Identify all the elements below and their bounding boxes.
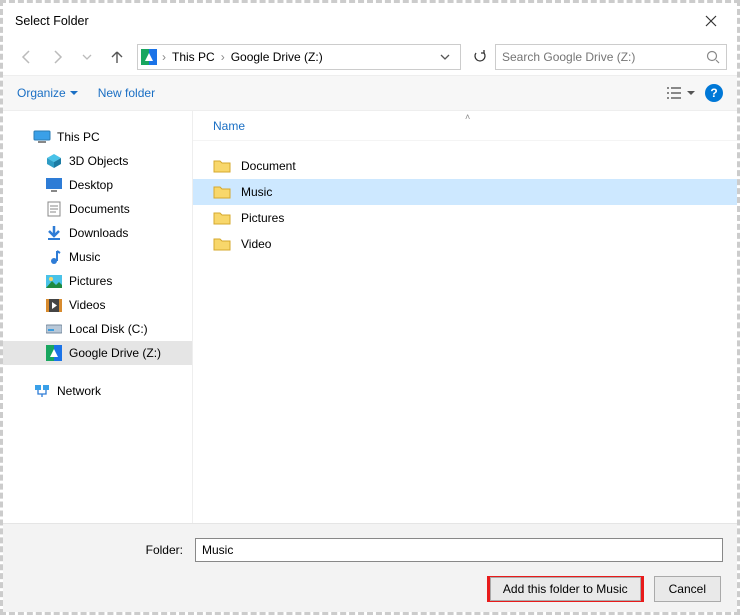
file-name: Pictures xyxy=(241,211,284,225)
file-row[interactable]: Music xyxy=(193,179,737,205)
close-button[interactable] xyxy=(689,6,733,36)
tree-google-drive[interactable]: Google Drive (Z:) xyxy=(3,341,192,365)
videos-icon xyxy=(45,297,63,313)
caret-down-icon xyxy=(687,89,695,97)
pc-icon xyxy=(33,129,51,145)
organize-button[interactable]: Organize xyxy=(17,86,78,100)
documents-icon xyxy=(45,201,63,217)
folder-row: Folder: xyxy=(17,538,723,562)
file-row[interactable]: Pictures xyxy=(193,205,737,231)
tree-local-disk[interactable]: Local Disk (C:) xyxy=(3,317,192,341)
breadcrumb-sep: › xyxy=(219,50,227,64)
titlebar: Select Folder xyxy=(3,3,737,39)
file-name: Document xyxy=(241,159,296,173)
view-icon xyxy=(667,86,685,100)
tree-label: Pictures xyxy=(69,274,112,288)
arrow-up-icon xyxy=(109,49,125,65)
tree-documents[interactable]: Documents xyxy=(3,197,192,221)
breadcrumb-gdrive[interactable]: Google Drive (Z:) xyxy=(227,45,327,69)
gdrive-icon xyxy=(45,345,63,361)
select-folder-dialog: Select Folder › This PC › Google Drive (… xyxy=(3,3,737,612)
forward-button[interactable] xyxy=(43,43,71,71)
tree-network[interactable]: Network xyxy=(3,379,192,403)
chevron-down-icon xyxy=(440,52,450,62)
gdrive-icon xyxy=(138,46,160,68)
tree-pictures[interactable]: Pictures xyxy=(3,269,192,293)
nav-tree[interactable]: This PC 3D Objects Desktop Documents Dow… xyxy=(3,111,193,523)
add-folder-label: Add this folder to Music xyxy=(490,577,641,601)
file-list[interactable]: Document Music Pictures Video xyxy=(193,141,737,523)
search-box[interactable] xyxy=(495,44,727,70)
content-pane: Name ˄ Document Music Pictures xyxy=(193,111,737,523)
pictures-icon xyxy=(45,273,63,289)
tree-label: Local Disk (C:) xyxy=(69,322,148,336)
refresh-icon xyxy=(472,49,488,65)
arrow-left-icon xyxy=(19,49,35,65)
recent-button[interactable] xyxy=(73,43,101,71)
search-icon xyxy=(706,50,720,64)
help-button[interactable]: ? xyxy=(705,84,723,102)
tree-label: Desktop xyxy=(69,178,113,192)
tree-3d-objects[interactable]: 3D Objects xyxy=(3,149,192,173)
add-folder-button[interactable]: Add this folder to Music xyxy=(487,576,644,602)
3d-icon xyxy=(45,153,63,169)
button-row: Add this folder to Music Cancel xyxy=(17,576,723,602)
folder-icon xyxy=(213,236,231,252)
file-name: Music xyxy=(241,185,272,199)
toolbar: Organize New folder ? xyxy=(3,75,737,111)
music-icon xyxy=(45,249,63,265)
arrow-right-icon xyxy=(49,49,65,65)
tree-label: Music xyxy=(69,250,100,264)
tree-label: This PC xyxy=(57,130,100,144)
column-header-name[interactable]: Name ˄ xyxy=(193,111,737,141)
tree-label: 3D Objects xyxy=(69,154,128,168)
file-name: Video xyxy=(241,237,271,251)
organize-label: Organize xyxy=(17,86,66,100)
close-icon xyxy=(705,15,717,27)
tree-label: Downloads xyxy=(69,226,128,240)
column-name-label: Name xyxy=(213,119,245,133)
tree-label: Documents xyxy=(69,202,130,216)
refresh-button[interactable] xyxy=(467,44,493,70)
caret-down-icon xyxy=(70,89,78,97)
up-button[interactable] xyxy=(103,43,131,71)
cancel-label: Cancel xyxy=(669,582,706,596)
back-button[interactable] xyxy=(13,43,41,71)
navbar: › This PC › Google Drive (Z:) xyxy=(3,39,737,75)
network-icon xyxy=(33,383,51,399)
folder-icon xyxy=(213,158,231,174)
address-dropdown[interactable] xyxy=(440,52,460,62)
file-row[interactable]: Video xyxy=(193,231,737,257)
dialog-title: Select Folder xyxy=(15,14,689,28)
tree-label: Network xyxy=(57,384,101,398)
folder-input[interactable] xyxy=(195,538,723,562)
folder-icon xyxy=(213,184,231,200)
tree-label: Videos xyxy=(69,298,105,312)
tree-label: Google Drive (Z:) xyxy=(69,346,161,360)
tree-this-pc[interactable]: This PC xyxy=(3,125,192,149)
desktop-icon xyxy=(45,177,63,193)
new-folder-button[interactable]: New folder xyxy=(98,86,155,100)
sort-asc-icon: ˄ xyxy=(465,112,470,122)
view-button[interactable] xyxy=(667,86,695,100)
breadcrumb-sep: › xyxy=(160,50,168,64)
folder-icon xyxy=(213,210,231,226)
disk-icon xyxy=(45,321,63,337)
tree-downloads[interactable]: Downloads xyxy=(3,221,192,245)
body: This PC 3D Objects Desktop Documents Dow… xyxy=(3,111,737,523)
address-bar[interactable]: › This PC › Google Drive (Z:) xyxy=(137,44,461,70)
breadcrumb-this-pc[interactable]: This PC xyxy=(168,45,219,69)
tree-desktop[interactable]: Desktop xyxy=(3,173,192,197)
footer: Folder: Add this folder to Music Cancel xyxy=(3,523,737,612)
tree-videos[interactable]: Videos xyxy=(3,293,192,317)
folder-label: Folder: xyxy=(17,543,187,557)
chevron-down-icon xyxy=(82,52,92,62)
cancel-button[interactable]: Cancel xyxy=(654,576,721,602)
search-input[interactable] xyxy=(502,50,706,64)
file-row[interactable]: Document xyxy=(193,153,737,179)
tree-music[interactable]: Music xyxy=(3,245,192,269)
downloads-icon xyxy=(45,225,63,241)
